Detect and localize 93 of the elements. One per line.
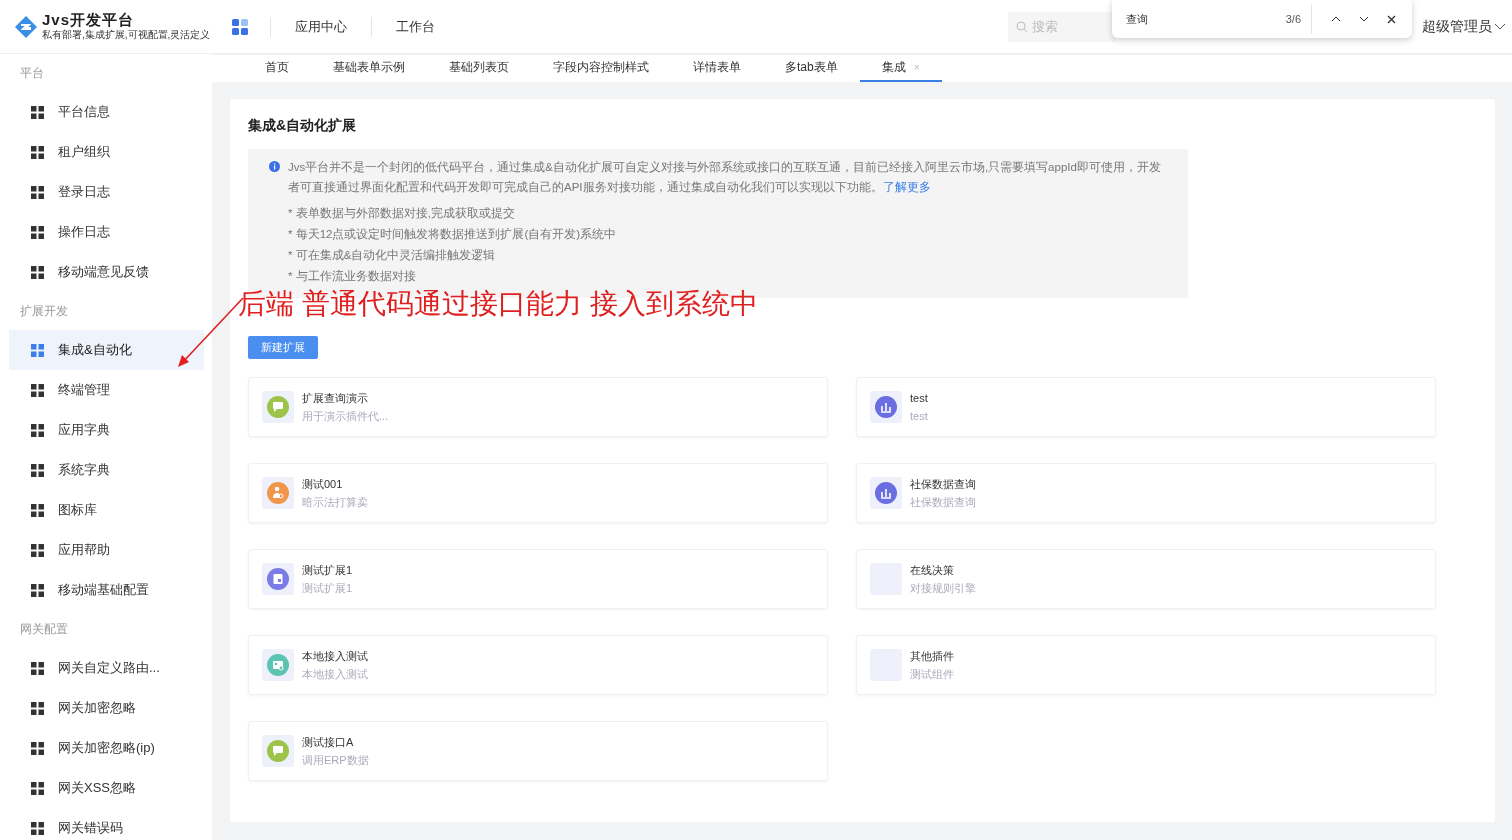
chevron-down-icon[interactable]: [1359, 16, 1369, 22]
card-title: 在线决策: [910, 563, 955, 578]
logo-subtitle: 私有部署,集成扩展,可视配置,灵活定义: [42, 28, 211, 42]
grid-icon: [31, 265, 44, 279]
feature-item: * 与工作流业务数据对接: [288, 269, 417, 284]
info-icon: [269, 161, 280, 172]
grid-icon: [31, 701, 44, 715]
tab[interactable]: 基础列表页: [427, 55, 531, 82]
group-label: 网关配置: [19, 621, 69, 638]
card-description: 调用ERP数据: [302, 753, 369, 768]
feature-item: * 每天12点或设定时间触发将数据推送到扩展(自有开发)系统中: [288, 227, 618, 242]
sidebar-item[interactable]: 网关错误码: [9, 808, 204, 840]
grid-icon: [31, 383, 44, 397]
feature-item: * 表单数据与外部数据对接,完成获取或提交: [288, 206, 516, 221]
tab[interactable]: 详情表单: [671, 55, 763, 82]
logo-title: Jvs开发平台: [42, 11, 136, 28]
close-icon[interactable]: [1387, 14, 1396, 24]
card-title: 其他插件: [910, 649, 954, 664]
sidebar-item[interactable]: 操作日志: [9, 212, 204, 252]
grid-icon: [31, 543, 44, 557]
sidebar-item[interactable]: 移动端意见反馈: [9, 252, 204, 292]
grid-icon: [31, 145, 44, 159]
card-description: 测试组件: [910, 667, 954, 682]
tab[interactable]: 基础表单示例: [311, 55, 427, 82]
sidebar-item[interactable]: 网关加密忽略(ip): [9, 728, 204, 768]
extension-card[interactable]: 在线决策 对接规则引擎: [856, 549, 1436, 609]
card-description: 用于演示插件代...: [302, 409, 389, 424]
sidebar-item[interactable]: 集成&自动化: [9, 330, 204, 370]
nav-link[interactable]: 应用中心: [270, 16, 371, 37]
grid-icon: [31, 741, 44, 755]
card-title: 扩展查询演示: [302, 391, 369, 406]
grid-icon: [31, 503, 44, 517]
card-description: 对接规则引擎: [910, 581, 976, 596]
card-title: test: [910, 391, 928, 406]
logo-icon: [14, 14, 38, 39]
card-description: 本地接入测试: [302, 667, 368, 682]
extension-card[interactable]: 扩展查询演示 用于演示插件代...: [248, 377, 828, 437]
sidebar-item[interactable]: 登录日志: [9, 172, 204, 212]
grid-icon: [31, 343, 44, 357]
sidebar-item[interactable]: 系统字典: [9, 450, 204, 490]
card-description: 暗示法打算卖: [302, 495, 368, 510]
sidebar-item[interactable]: 图标库: [9, 490, 204, 530]
sidebar-item[interactable]: 应用帮助: [9, 530, 204, 570]
grid-icon: [31, 661, 44, 675]
grid-icon: [31, 225, 44, 239]
match-count: 3/6: [1285, 13, 1301, 25]
group-label: 扩展开发: [19, 303, 69, 320]
extension-card[interactable]: 其他插件 测试组件: [856, 635, 1436, 695]
grid-icon: [31, 821, 44, 835]
extension-card[interactable]: 测试001 暗示法打算卖: [248, 463, 828, 523]
page-title: 集成&自动化扩展: [248, 117, 358, 135]
learn-more-link[interactable]: 了解更多: [882, 180, 931, 193]
extension-card[interactable]: 社保数据查询 社保数据查询: [856, 463, 1436, 523]
sidebar-item[interactable]: 租户组织: [9, 132, 204, 172]
grid-icon: [31, 463, 44, 477]
card-title: 本地接入测试: [302, 649, 368, 664]
grid-icon: [31, 185, 44, 199]
sidebar-item[interactable]: 网关自定义路由...: [9, 648, 204, 688]
user-menu[interactable]: 超级管理员: [1422, 17, 1506, 36]
tab[interactable]: 多tab表单: [763, 55, 860, 82]
group-label: 平台: [19, 65, 45, 82]
notice-text: Jvs平台并不是一个封闭的低代码平台，通过集成&自动化扩展可自定义对接与外部系统或接口的互联互通，目前已经接入阿里云市场,只需要填写appId即可使用，开发者可直接通过界面化配置和代码开发即可完成自己的API服务对接功能，通过集成自动化我们可以实现以下功能。了解更多: [288, 160, 1162, 195]
card-description: 社保数据查询: [910, 495, 976, 510]
card-title: 测试接口A: [302, 735, 355, 750]
tab[interactable]: 字段内容控制样式: [531, 55, 671, 82]
extension-card[interactable]: test test: [856, 377, 1436, 437]
card-title: 社保数据查询: [910, 477, 976, 492]
card-description: test: [910, 409, 928, 424]
grid-icon: [31, 583, 44, 597]
card-title: 测试扩展1: [302, 563, 353, 578]
extension-card[interactable]: 测试扩展1 测试扩展1: [248, 549, 828, 609]
sidebar-item[interactable]: 网关XSS忽略: [9, 768, 204, 808]
grid-icon: [31, 423, 44, 437]
annotation-text: 后端 普通代码通过接口能力 接入到系统中: [238, 287, 758, 321]
tab[interactable]: 集成 ×: [859, 55, 942, 82]
search-field[interactable]: 搜索: [1008, 11, 1116, 42]
tab[interactable]: 首页: [243, 55, 311, 82]
card-title: 测试001: [302, 477, 344, 492]
extension-card[interactable]: 测试接口A 调用ERP数据: [248, 721, 828, 781]
sidebar-item[interactable]: 终端管理: [9, 370, 204, 410]
feature-item: * 可在集成&自动化中灵活编排触发逻辑: [288, 248, 497, 263]
grid-icon: [31, 105, 44, 119]
apps-icon[interactable]: [232, 18, 248, 35]
sidebar-item[interactable]: 平台信息: [9, 92, 204, 132]
sidebar-item[interactable]: 应用字典: [9, 410, 204, 450]
card-description: 测试扩展1: [302, 581, 353, 596]
extension-card[interactable]: 本地接入测试 本地接入测试: [248, 635, 828, 695]
chevron-down-icon: [1494, 22, 1506, 31]
sidebar-item[interactable]: 移动端基础配置: [9, 570, 204, 610]
grid-icon: [31, 781, 44, 795]
nav-link[interactable]: 工作台: [371, 16, 459, 37]
sidebar-item[interactable]: 网关加密忽略: [9, 688, 204, 728]
chevron-up-icon[interactable]: [1331, 16, 1341, 22]
